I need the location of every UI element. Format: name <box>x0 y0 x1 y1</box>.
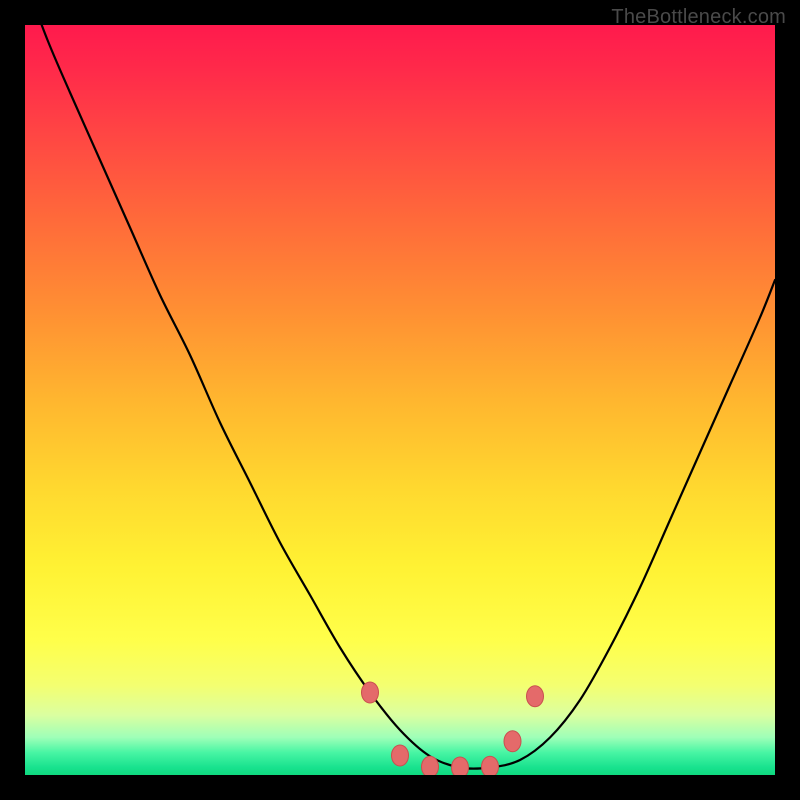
plot-area <box>25 25 775 775</box>
gradient-background <box>25 25 775 775</box>
chart-frame: TheBottleneck.com <box>0 0 800 800</box>
watermark-text: TheBottleneck.com <box>611 6 786 29</box>
